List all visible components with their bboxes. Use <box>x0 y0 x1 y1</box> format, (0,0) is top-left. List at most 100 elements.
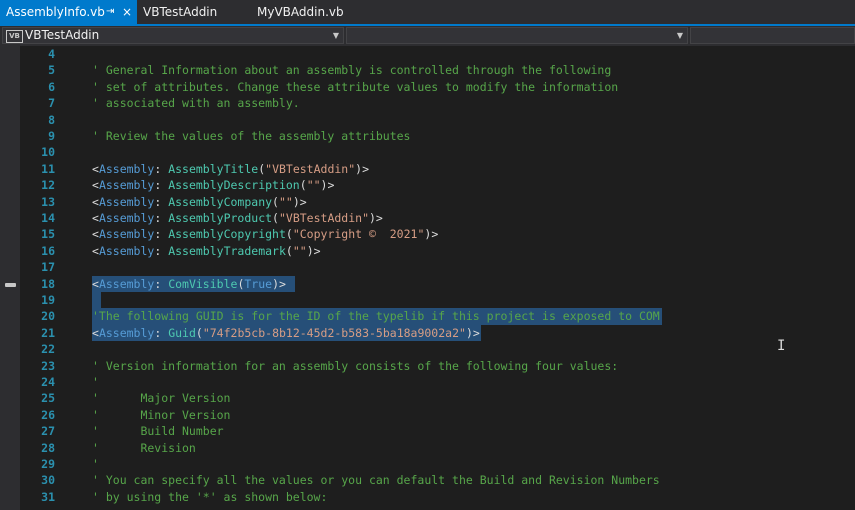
tab-label: AssemblyInfo.vb <box>6 5 105 19</box>
code-line[interactable]: 30 ' You can specify all the values or yo… <box>20 472 855 488</box>
keyword: Assembly <box>98 194 155 209</box>
attribute-statement: <Assembly: AssemblyTrademark("")> <box>92 243 321 258</box>
line-number: 7 <box>48 96 55 111</box>
line-number: 11 <box>41 161 55 176</box>
comment-text: ' <box>92 375 99 389</box>
code-line[interactable]: 29 ' <box>20 456 855 472</box>
comment-text: ' Review the values of the assembly attr… <box>92 129 411 143</box>
code-line[interactable]: 24 ' <box>20 374 855 390</box>
comment-text: ' associated with an assembly. <box>92 96 300 111</box>
code-line-selected[interactable]: 18 <Assembly: ComVisible(True)> <box>20 275 855 292</box>
close-icon[interactable]: × <box>122 0 132 24</box>
attribute-name: AssemblyCompany <box>168 194 273 209</box>
string-literal: "74f2b5cb-8b12-45d2-b583-5ba18a9002a2" <box>202 325 466 340</box>
string-literal: "" <box>278 194 293 209</box>
line-number: 10 <box>41 145 55 160</box>
code-line[interactable]: 26 ' Minor Version <box>20 407 855 423</box>
document-tab-strip: AssemblyInfo.vb ⇥ × VBTestAddin MyVBAddi… <box>0 0 855 26</box>
selection-highlight <box>92 292 101 309</box>
indicator-margin[interactable] <box>0 46 20 510</box>
string-literal: "" <box>306 178 321 193</box>
line-number: 6 <box>48 79 55 94</box>
comment-text: ' General Information about an assembly … <box>92 63 612 78</box>
line-number: 5 <box>48 63 55 78</box>
code-line[interactable]: 25 ' Major Version <box>20 390 855 406</box>
code-line[interactable]: 27 ' Build Number <box>20 423 855 439</box>
line-number: 31 <box>41 489 55 504</box>
code-line[interactable]: 4 <box>20 46 855 62</box>
line-number: 4 <box>48 47 55 61</box>
attribute-name: AssemblyProduct <box>168 211 273 225</box>
member-dropdown[interactable] <box>690 27 855 44</box>
code-editor[interactable]: 4 5 ' General Information about an assemb… <box>20 46 855 510</box>
comment-text: ' set of attributes. Change these attrib… <box>92 79 619 94</box>
string-literal: "VBTestAddin" <box>265 161 356 176</box>
comment-text: ' Revision <box>92 440 196 455</box>
comment-text: ' <box>92 457 99 471</box>
tab-myvbaddin[interactable]: MyVBAddin.vb <box>257 0 344 24</box>
code-line[interactable]: 23 ' Version information for an assembly … <box>20 358 855 374</box>
code-line[interactable]: 8 <box>20 112 855 128</box>
line-number: 22 <box>41 342 55 357</box>
keyword: Assembly <box>98 243 155 258</box>
code-line[interactable]: 6 ' set of attributes. Change these attri… <box>20 79 855 95</box>
string-literal: "VBTestAddin" <box>278 211 369 225</box>
tab-label: MyVBAddin.vb <box>257 5 344 19</box>
code-line[interactable]: 28 ' Revision <box>20 440 855 456</box>
code-line[interactable]: 10 <box>20 144 855 160</box>
tab-assemblyinfo[interactable]: AssemblyInfo.vb ⇥ × <box>0 0 137 24</box>
code-line[interactable]: 12 <Assembly: AssemblyDescription("")> <box>20 177 855 193</box>
line-number: 14 <box>41 211 55 225</box>
line-number: 21 <box>41 325 55 340</box>
chevron-down-icon: ▼ <box>332 31 339 40</box>
pin-icon[interactable]: ⇥ <box>106 0 114 24</box>
code-line[interactable]: 31 ' by using the '*' as shown below: <box>20 489 855 505</box>
attribute-statement: <Assembly: AssemblyCompany("")> <box>92 194 307 209</box>
navigation-bar: VB VBTestAddin ▼ ▼ <box>0 26 855 47</box>
code-line[interactable]: 15 <Assembly: AssemblyCopyright("Copyrigh… <box>20 226 855 242</box>
line-number: 23 <box>41 358 55 373</box>
code-line[interactable]: 11 <Assembly: AssemblyTitle("VBTestAddin"… <box>20 161 855 177</box>
keyword: Assembly <box>98 211 155 225</box>
line-number: 29 <box>41 457 55 471</box>
code-line-selected[interactable]: 21 <Assembly: Guid("74f2b5cb-8b12-45d2-b5… <box>20 324 855 342</box>
line-number: 17 <box>41 260 55 275</box>
line-number: 24 <box>41 375 55 389</box>
string-literal: "Copyright © 2021" <box>292 227 425 242</box>
code-line[interactable]: 22 <box>20 341 855 357</box>
line-number: 26 <box>41 407 55 422</box>
code-line[interactable]: 17 <box>20 259 855 275</box>
attribute-name: AssemblyTrademark <box>168 243 286 258</box>
attribute-name: AssemblyTitle <box>168 161 259 176</box>
code-line[interactable]: 14 <Assembly: AssemblyProduct("VBTestAddi… <box>20 210 855 226</box>
comment-text: ' You can specify all the values or you … <box>92 473 660 488</box>
code-line[interactable]: 7 ' associated with an assembly. <box>20 95 855 111</box>
code-line[interactable]: 16 <Assembly: AssemblyTrademark("")> <box>20 243 855 259</box>
line-number: 20 <box>41 309 55 324</box>
code-line[interactable]: 13 <Assembly: AssemblyCompany("")> <box>20 194 855 210</box>
attribute-statement: <Assembly: AssemblyDescription("")> <box>92 178 335 193</box>
code-line[interactable]: 5 ' General Information about an assembly… <box>20 62 855 78</box>
attribute-statement: <Assembly: AssemblyProduct("VBTestAddin"… <box>92 211 383 225</box>
tab-label: VBTestAddin <box>143 5 218 19</box>
comment-text: ' Build Number <box>92 424 224 439</box>
line-number: 25 <box>41 391 55 406</box>
code-line[interactable]: 9 ' Review the values of the assembly att… <box>20 128 855 144</box>
line-number: 30 <box>41 473 55 488</box>
tab-vbtestaddin[interactable]: VBTestAddin <box>143 0 217 24</box>
code-line-selected[interactable]: 20 'The following GUID is for the ID of t… <box>20 308 855 325</box>
line-number: 15 <box>41 227 55 242</box>
line-number: 12 <box>41 178 55 193</box>
attribute-name: Guid <box>168 325 196 340</box>
project-dropdown[interactable]: VB VBTestAddin ▼ <box>2 27 344 44</box>
keyword: Assembly <box>98 276 155 291</box>
comment-text: 'The following GUID is for the ID of the… <box>92 309 660 324</box>
line-number: 28 <box>41 440 55 455</box>
type-dropdown[interactable]: ▼ <box>346 27 688 44</box>
comment-text: ' Minor Version <box>92 407 231 422</box>
bookmark-indicator <box>5 283 16 287</box>
attribute-statement: <Assembly: AssemblyCopyright("Copyright … <box>92 227 439 242</box>
comment-text: ' by using the '*' as shown below: <box>92 489 328 504</box>
code-line-selected[interactable]: 19 <box>20 292 855 309</box>
attribute-statement: <Assembly: Guid("74f2b5cb-8b12-45d2-b583… <box>92 325 480 340</box>
